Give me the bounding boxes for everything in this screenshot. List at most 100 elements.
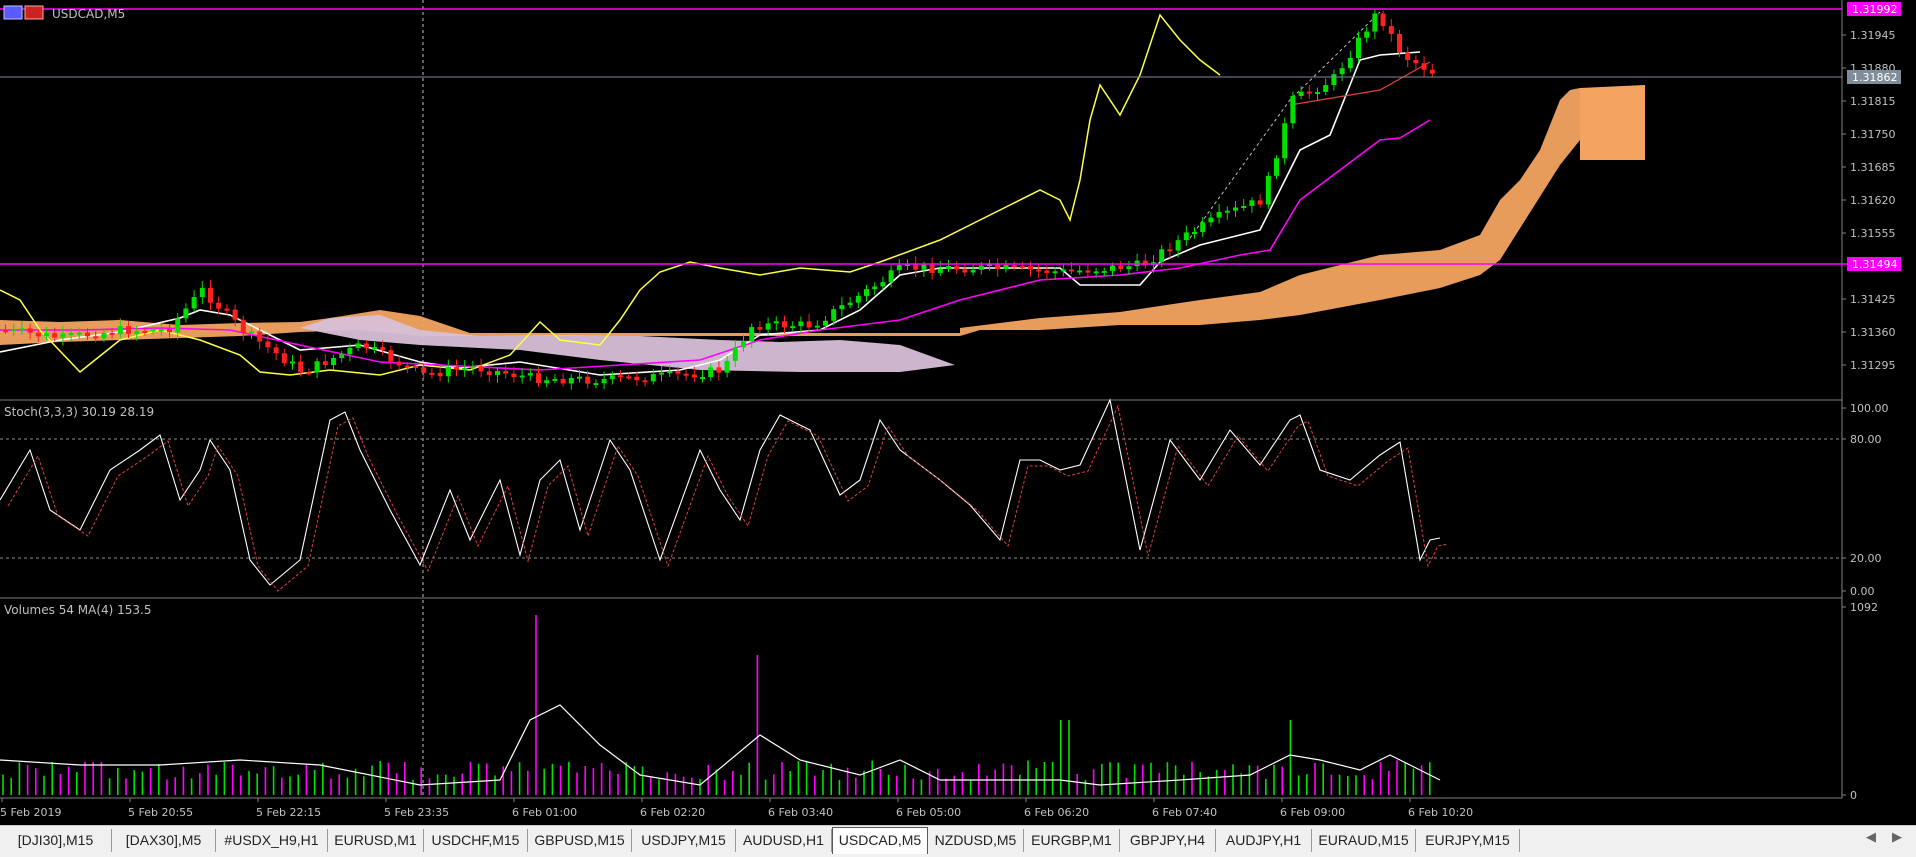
- volume-axis: 1092 0: [1842, 601, 1878, 802]
- tab-usdx-h9-h1[interactable]: #USDX_H9,H1: [216, 829, 328, 852]
- scroll-right-icon[interactable]: ▶: [1892, 830, 1902, 845]
- candle-body: [790, 326, 796, 329]
- candle-body: [1372, 13, 1378, 32]
- candle-body: [1306, 91, 1312, 94]
- candle-body: [1118, 265, 1124, 270]
- candle-body: [888, 270, 894, 283]
- tab-usdcad-m5[interactable]: USDCAD,M5: [832, 827, 928, 854]
- candle-body: [913, 263, 919, 270]
- candle-body: [1298, 91, 1304, 96]
- candle-body: [150, 329, 156, 332]
- time-tick-label: 6 Feb 10:20: [1408, 806, 1473, 819]
- candle-body: [27, 328, 33, 333]
- stoch-tick-label: 80.00: [1850, 433, 1882, 446]
- chart-canvas[interactable]: USDCAD,M5 1.319451.318801.318151.317501.…: [0, 0, 1916, 825]
- candle-body: [1282, 123, 1288, 159]
- candle-body: [191, 296, 197, 309]
- volume-tick-label: 0: [1850, 789, 1857, 802]
- tab-gbpusd-m15[interactable]: GBPUSD,M15: [528, 829, 632, 852]
- candle-body: [527, 373, 533, 376]
- candle-body: [76, 332, 82, 335]
- tab-eurusd-m1[interactable]: EURUSD,M1: [328, 829, 424, 852]
- candle-body: [1315, 91, 1320, 94]
- candle-body: [290, 361, 295, 364]
- candle-body: [1192, 232, 1197, 235]
- chart-tab-bar: [DJI30],M15 [DAX30],M5 #USDX_H9,H1 EURUSD,M…: [0, 825, 1916, 857]
- candle-body: [741, 341, 746, 348]
- candle-body: [691, 374, 697, 378]
- time-tick-label: 6 Feb 06:20: [1024, 806, 1089, 819]
- candle-body: [1331, 74, 1337, 86]
- time-tick-label: 5 Feb 2019: [0, 806, 61, 819]
- tab-nzdusd-m5[interactable]: NZDUSD,M5: [928, 829, 1024, 852]
- candle-body: [1421, 63, 1427, 70]
- candle-body: [937, 268, 943, 273]
- volumes-label: Volumes 54 MA(4) 153.5: [4, 603, 152, 617]
- tab-euraud-m15[interactable]: EURAUD,M15: [1312, 829, 1416, 852]
- tab-audjpy-h1[interactable]: AUDJPY,H1: [1216, 829, 1312, 852]
- cloud-bull-area: [0, 88, 1640, 345]
- candle-body: [929, 264, 935, 273]
- candle-body: [503, 370, 509, 374]
- candle-body: [675, 371, 681, 374]
- scroll-left-icon[interactable]: ◀: [1866, 830, 1876, 845]
- high-price-marker-text: 1.31992: [1852, 3, 1898, 16]
- candle-body: [429, 372, 435, 375]
- candle-body: [798, 321, 804, 327]
- candle-body: [265, 341, 271, 348]
- candle-body: [1257, 200, 1263, 205]
- tab-eurjpy-m15[interactable]: EURJPY,M15: [1416, 829, 1520, 852]
- candle-body: [1003, 265, 1009, 270]
- stoch-tick-label: 0.00: [1850, 585, 1875, 598]
- time-tick-label: 5 Feb 20:55: [128, 806, 193, 819]
- candle-body: [199, 287, 205, 297]
- candle-body: [855, 295, 861, 303]
- candle-body: [44, 333, 49, 337]
- tab-usdjpy-m15[interactable]: USDJPY,M15: [632, 829, 736, 852]
- price-tick-label: 1.31620: [1850, 194, 1896, 207]
- window-icon[interactable]: [3, 5, 23, 20]
- tab-eurgbp-m1[interactable]: EURGBP,M1: [1024, 829, 1120, 852]
- candle-body: [954, 266, 960, 270]
- tab-dax30-m5[interactable]: [DAX30],M5: [112, 829, 216, 852]
- tab-audusd-h1[interactable]: AUDUSD,H1: [736, 829, 832, 852]
- candle-body: [470, 366, 476, 369]
- candle-body: [1044, 270, 1050, 273]
- time-tick-label: 6 Feb 01:00: [512, 806, 577, 819]
- candle-body: [650, 374, 656, 382]
- candle-body: [872, 286, 878, 290]
- candle-body: [1397, 33, 1402, 53]
- price-tick-label: 1.31425: [1850, 293, 1896, 306]
- candle-body: [1101, 270, 1107, 273]
- candle-body: [1224, 210, 1230, 213]
- tab-gbpjpy-h4[interactable]: GBPJPY,H4: [1120, 829, 1216, 852]
- candle-body: [388, 350, 394, 362]
- candle-body: [1011, 265, 1017, 268]
- tab-dji30-m15[interactable]: [DJI30],M15: [0, 829, 112, 852]
- candle-body: [552, 378, 558, 381]
- candle-body: [1241, 206, 1247, 209]
- candle-body: [208, 287, 213, 303]
- stoch-tick-label: 100.00: [1850, 402, 1889, 415]
- candle-body: [331, 357, 336, 366]
- candle-body: [11, 328, 17, 331]
- candle-body: [35, 332, 41, 337]
- candle-body: [355, 343, 361, 348]
- candle-body: [667, 371, 673, 374]
- price-tick-label: 1.31815: [1850, 95, 1896, 108]
- candle-body: [1077, 270, 1083, 273]
- candle-body: [486, 371, 492, 375]
- candle-body: [642, 380, 648, 383]
- candle-body: [232, 309, 238, 320]
- candle-body: [1405, 52, 1411, 60]
- candle-body: [1028, 266, 1033, 270]
- chart-window[interactable]: USDCAD,M5 1.31945 1.31880 1.31815 1.31750 1.…: [0, 0, 1916, 857]
- tab-usdchf-m15[interactable]: USDCHF,M15: [424, 829, 528, 852]
- candle-body: [1413, 59, 1419, 64]
- candle-body: [1208, 217, 1214, 223]
- candle-body: [93, 336, 99, 339]
- candle-body: [347, 347, 353, 355]
- candle-body: [1356, 37, 1361, 58]
- current-price-marker-text: 1.31862: [1852, 71, 1898, 84]
- candle-body: [3, 330, 8, 333]
